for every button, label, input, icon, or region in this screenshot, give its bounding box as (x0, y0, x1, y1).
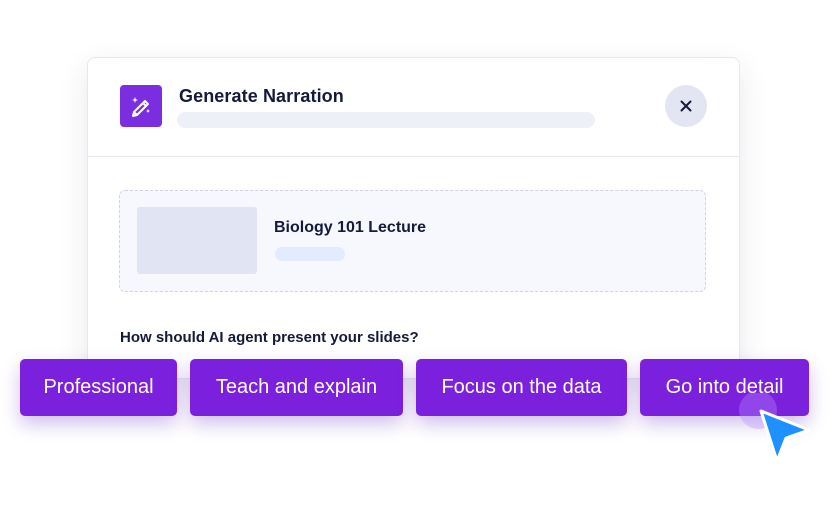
stage: Generate Narration Biology 101 Lecture H… (0, 0, 836, 520)
magic-wand-icon (120, 85, 162, 127)
generate-narration-dialog: Generate Narration Biology 101 Lecture H… (87, 57, 740, 379)
option-teach-and-explain-button[interactable]: Teach and explain (190, 359, 403, 416)
subtitle-placeholder-bar (177, 112, 595, 128)
option-focus-on-data-button[interactable]: Focus on the data (416, 359, 627, 416)
dialog-header: Generate Narration (88, 58, 739, 157)
slide-thumbnail (137, 207, 257, 274)
presentation-style-question: How should AI agent present your slides? (120, 329, 419, 346)
close-button[interactable] (665, 85, 707, 127)
option-professional-button[interactable]: Professional (20, 359, 177, 416)
slide-meta-placeholder (275, 247, 345, 261)
dialog-title: Generate Narration (179, 86, 344, 106)
pointer-cursor-icon (735, 391, 815, 473)
slide-title: Biology 101 Lecture (274, 219, 427, 236)
close-icon (680, 100, 692, 112)
selected-slide-card[interactable]: Biology 101 Lecture (119, 190, 706, 292)
